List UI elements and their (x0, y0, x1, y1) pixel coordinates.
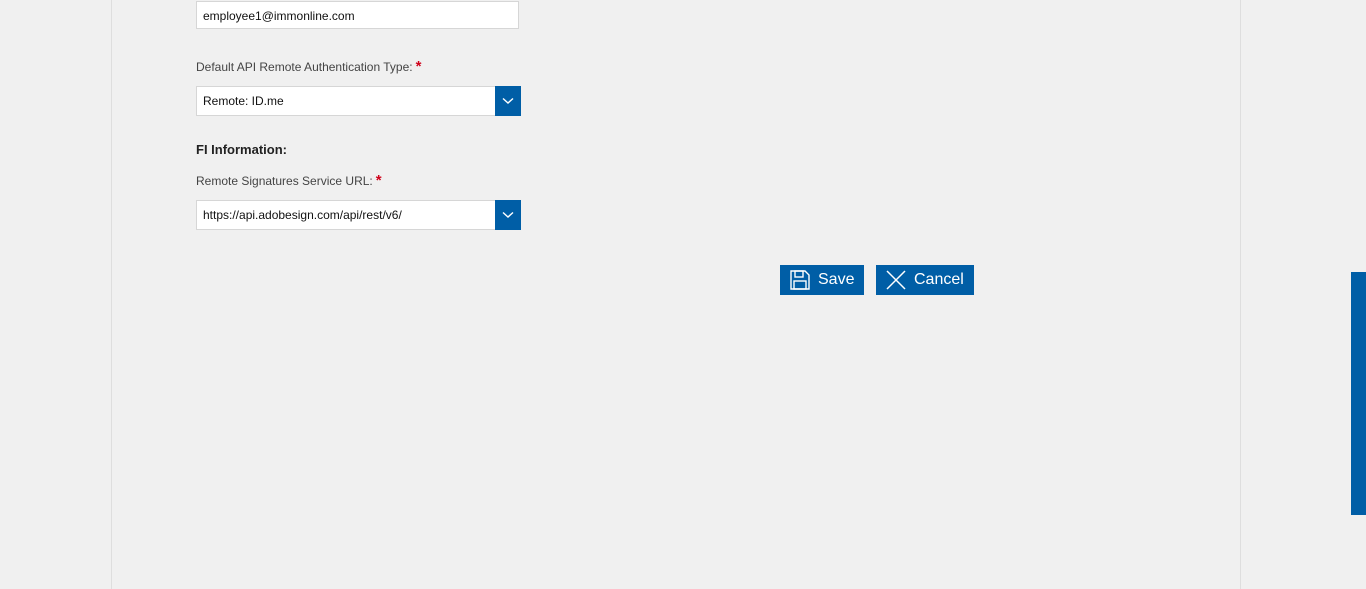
chevron-down-icon (502, 97, 514, 104)
signatures-url-select[interactable]: https://api.adobesign.com/api/rest/v6/ (196, 200, 521, 230)
auth-type-dropdown-button[interactable] (495, 86, 521, 116)
required-marker: * (375, 172, 382, 189)
signatures-url-selected-value: https://api.adobesign.com/api/rest/v6/ (203, 208, 402, 222)
email-field[interactable]: employee1@immonline.com (196, 1, 519, 29)
auth-type-selected-value: Remote: ID.me (203, 94, 284, 108)
auth-type-label-text: Default API Remote Authentication Type: (196, 60, 413, 74)
required-marker: * (415, 58, 422, 75)
signatures-url-label: Remote Signatures Service URL: * (196, 172, 382, 189)
fi-information-heading: FI Information: (196, 142, 287, 157)
email-field-value: employee1@immonline.com (203, 9, 355, 23)
save-button-label: Save (818, 271, 855, 288)
floppy-disk-icon (789, 269, 811, 291)
content-left-border (111, 0, 112, 589)
chevron-down-icon (502, 211, 514, 218)
settings-page: employee1@immonline.com Default API Remo… (0, 0, 1366, 589)
auth-type-select[interactable]: Remote: ID.me (196, 86, 521, 116)
signatures-url-dropdown-button[interactable] (495, 200, 521, 230)
cancel-button[interactable]: Cancel (876, 265, 974, 295)
side-panel-tab[interactable] (1351, 272, 1366, 515)
auth-type-label: Default API Remote Authentication Type: * (196, 58, 421, 75)
save-button[interactable]: Save (780, 265, 864, 295)
cancel-button-label: Cancel (914, 271, 964, 288)
signatures-url-label-text: Remote Signatures Service URL: (196, 174, 373, 188)
x-close-icon (885, 269, 907, 291)
content-right-border (1240, 0, 1241, 589)
